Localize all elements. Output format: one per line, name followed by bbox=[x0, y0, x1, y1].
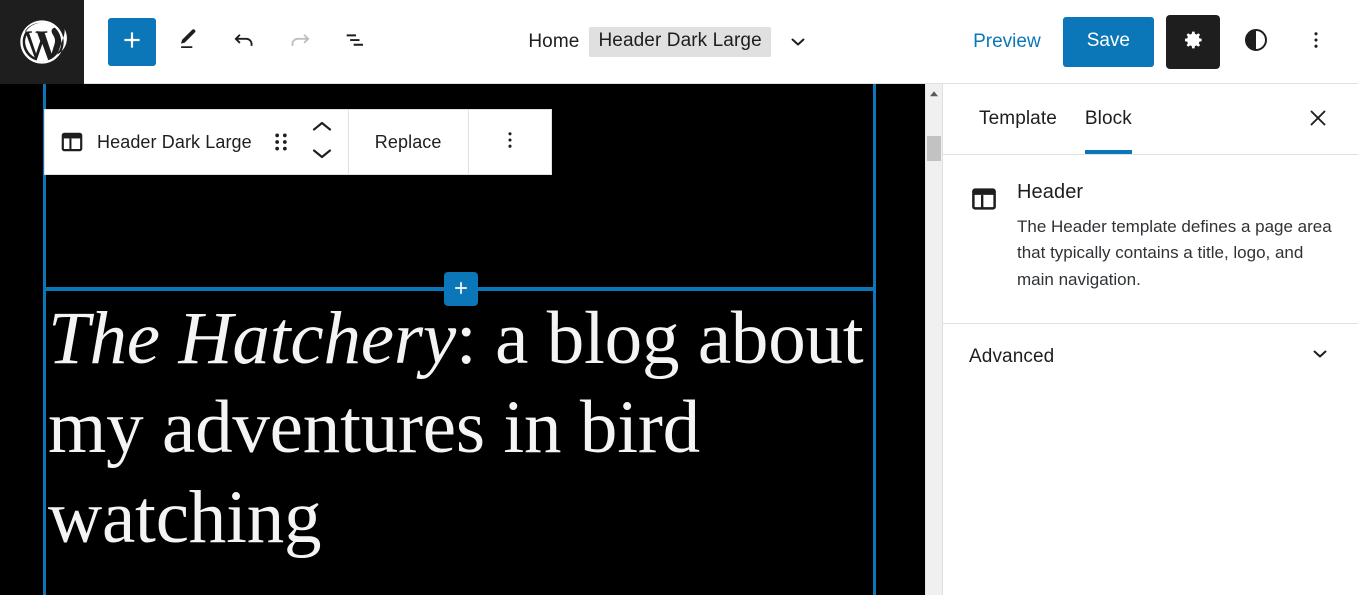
breadcrumb-home[interactable]: Home bbox=[528, 31, 579, 53]
site-title-text[interactable]: The Hatchery: a blog about my adventures… bbox=[48, 294, 873, 562]
wordpress-logo-icon bbox=[16, 16, 68, 68]
list-view-button[interactable] bbox=[332, 18, 380, 66]
undo-button[interactable] bbox=[220, 18, 268, 66]
settings-toggle-button[interactable] bbox=[1166, 14, 1220, 69]
three-dots-vertical-icon bbox=[1304, 28, 1328, 55]
tab-block[interactable]: Block bbox=[1071, 84, 1146, 154]
block-options-button[interactable] bbox=[473, 110, 547, 174]
three-dots-vertical-icon bbox=[498, 128, 522, 157]
advanced-panel-toggle[interactable]: Advanced bbox=[943, 324, 1358, 390]
block-toolbar-label: Header Dark Large bbox=[97, 131, 252, 152]
plus-icon bbox=[119, 27, 145, 56]
chevron-down-icon bbox=[1308, 342, 1332, 371]
wordpress-site-editor: Home Header Dark Large Preview Save Head… bbox=[0, 0, 1358, 595]
site-title-block[interactable]: The Hatchery: a blog about my adventures… bbox=[46, 294, 873, 562]
block-info-card: Header The Header template defines a pag… bbox=[943, 155, 1358, 325]
chevron-up-icon[interactable] bbox=[311, 120, 333, 138]
wordpress-logo-button[interactable] bbox=[0, 0, 84, 84]
pencil-edit-icon bbox=[174, 26, 202, 57]
undo-arrow-icon bbox=[230, 26, 258, 57]
styles-toggle-button[interactable] bbox=[1232, 18, 1280, 66]
close-x-icon bbox=[1307, 107, 1329, 132]
block-toolbar-options-group bbox=[469, 110, 551, 174]
top-bar-right-tools: Preview Save bbox=[963, 14, 1358, 69]
tab-template[interactable]: Template bbox=[965, 84, 1071, 154]
replace-button[interactable]: Replace bbox=[353, 110, 464, 174]
breadcrumb: Home Header Dark Large bbox=[380, 25, 963, 59]
canvas-scrollbar[interactable] bbox=[925, 84, 942, 595]
top-bar-left-tools bbox=[84, 17, 380, 66]
scrollbar-thumb[interactable] bbox=[927, 136, 941, 161]
add-block-button[interactable] bbox=[108, 17, 156, 66]
block-selection-border-right bbox=[873, 84, 876, 595]
block-toolbar-replace-group: Replace bbox=[349, 110, 469, 174]
preview-button[interactable]: Preview bbox=[963, 25, 1051, 59]
redo-button[interactable] bbox=[276, 18, 324, 66]
more-options-button[interactable] bbox=[1292, 18, 1340, 66]
template-part-header-icon[interactable] bbox=[49, 110, 95, 174]
advanced-panel-label: Advanced bbox=[969, 345, 1055, 367]
sidebar-tabs: Template Block bbox=[943, 84, 1358, 155]
block-info-description: The Header template defines a page area … bbox=[1017, 217, 1332, 289]
plus-icon bbox=[451, 278, 471, 301]
block-mover[interactable] bbox=[300, 110, 344, 174]
block-info-text: Header The Header template defines a pag… bbox=[1017, 181, 1332, 293]
redo-arrow-icon bbox=[286, 26, 314, 57]
block-info-title: Header bbox=[1017, 181, 1084, 203]
editor-canvas[interactable]: Header Dark Large Replace The Hatchery: … bbox=[0, 84, 925, 595]
chevron-down-icon[interactable] bbox=[311, 147, 333, 165]
block-toolbar: Header Dark Large Replace bbox=[44, 109, 552, 175]
site-title-emphasis: The Hatchery bbox=[48, 297, 456, 380]
block-toolbar-identity-group: Header Dark Large bbox=[45, 110, 349, 174]
close-sidebar-button[interactable] bbox=[1298, 99, 1338, 139]
contrast-half-circle-icon bbox=[1241, 25, 1271, 58]
save-button[interactable]: Save bbox=[1062, 16, 1154, 67]
settings-sidebar: Template Block Header The Header templat… bbox=[942, 84, 1358, 595]
list-view-icon bbox=[342, 26, 370, 57]
gear-icon bbox=[1180, 27, 1206, 56]
edit-tool-button[interactable] bbox=[164, 18, 212, 66]
scroll-up-arrow-icon[interactable] bbox=[926, 86, 942, 102]
breadcrumb-chevron-down-icon[interactable] bbox=[781, 25, 815, 59]
breadcrumb-current-template[interactable]: Header Dark Large bbox=[589, 26, 771, 57]
block-inserter-button[interactable] bbox=[444, 272, 478, 306]
drag-handle-dots-icon[interactable] bbox=[262, 110, 300, 174]
template-part-header-icon bbox=[969, 181, 999, 293]
editor-top-bar: Home Header Dark Large Preview Save bbox=[0, 0, 1358, 84]
